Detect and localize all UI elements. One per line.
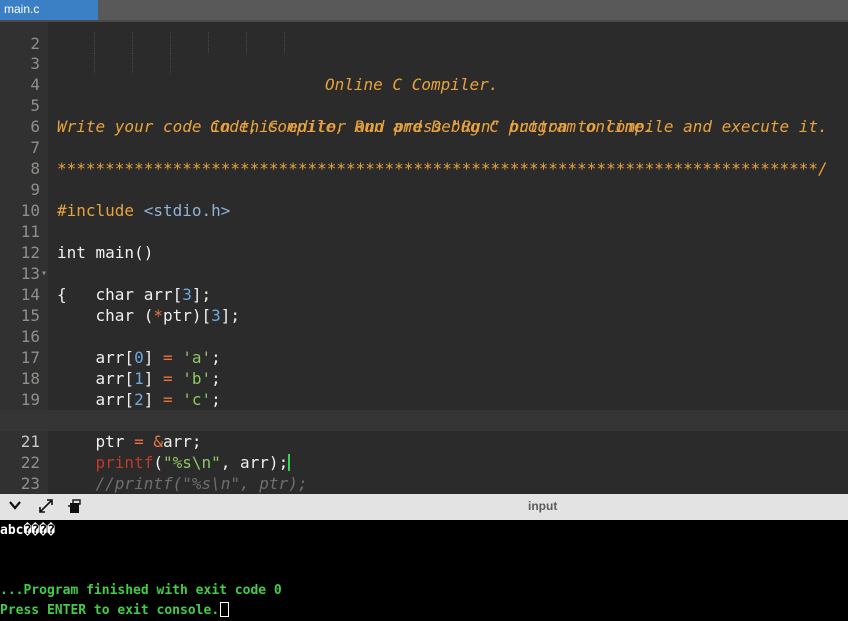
code-line-6[interactable]: 6 (0, 95, 848, 136)
code-line-13[interactable]: 13 char arr[3]; (0, 242, 848, 304)
code-line-22[interactable]: 22 //printf("%s\n", ptr); (0, 431, 848, 493)
press-enter-text: Press ENTER to exit console. (0, 603, 220, 618)
code-line-5[interactable]: 5 Write your code in this editor and pre… (0, 74, 848, 136)
code-line-3[interactable]: 3 Online C Compiler. (0, 32, 848, 94)
tab-bar: main.c (0, 0, 848, 22)
chevron-down-icon[interactable] (6, 498, 24, 516)
code-line-12[interactable]: 12 ▾ { (0, 221, 848, 304)
code-line-9[interactable]: 9 #include <stdio.h> (0, 158, 848, 220)
code-line-10[interactable]: 10 (0, 179, 848, 220)
code-line-8[interactable]: 8 (0, 137, 848, 178)
code-line-18[interactable]: 18 arr[2] = 'c'; (0, 347, 848, 409)
code-line-19[interactable]: 19 (0, 368, 848, 409)
input-label[interactable]: input (528, 499, 557, 513)
code-line-15[interactable]: 15 (0, 284, 848, 325)
code-editor[interactable]: 2 3 Online C Compiler. 4 Code, Compile, … (0, 22, 848, 494)
console-toolbar: input (0, 494, 848, 520)
console-output[interactable]: abc���� ...Program finished with exit co… (0, 520, 848, 621)
console-cursor (220, 602, 230, 617)
code-line-21[interactable]: 21 printf("%s\n", arr); (0, 410, 848, 472)
copy-output-icon[interactable] (66, 498, 84, 516)
code-line-16[interactable]: 16 arr[0] = 'a'; (0, 305, 848, 367)
expand-icon[interactable] (37, 498, 55, 516)
press-enter-line: Press ENTER to exit console. (0, 602, 230, 619)
code-line-11[interactable]: 11 int main() (0, 200, 848, 262)
code-line-24[interactable]: 24 } (0, 473, 848, 494)
code-line-4[interactable]: 4 Code, Compile, Run and Debug C program… (0, 53, 848, 136)
code-line-17[interactable]: 17 arr[1] = 'b'; (0, 326, 848, 388)
program-output-line: abc���� (0, 523, 55, 538)
code-line-7[interactable]: 7 **************************************… (0, 116, 848, 178)
code-line-23[interactable]: 23 return 0; (0, 452, 848, 493)
exit-status-line: ...Program finished with exit code 0 (0, 583, 282, 598)
code-line-20[interactable]: 20 ptr = &arr; (0, 389, 848, 451)
code-line-14[interactable]: 14 char (*ptr)[3]; (0, 263, 848, 325)
tab-main-c[interactable]: main.c (0, 0, 98, 21)
